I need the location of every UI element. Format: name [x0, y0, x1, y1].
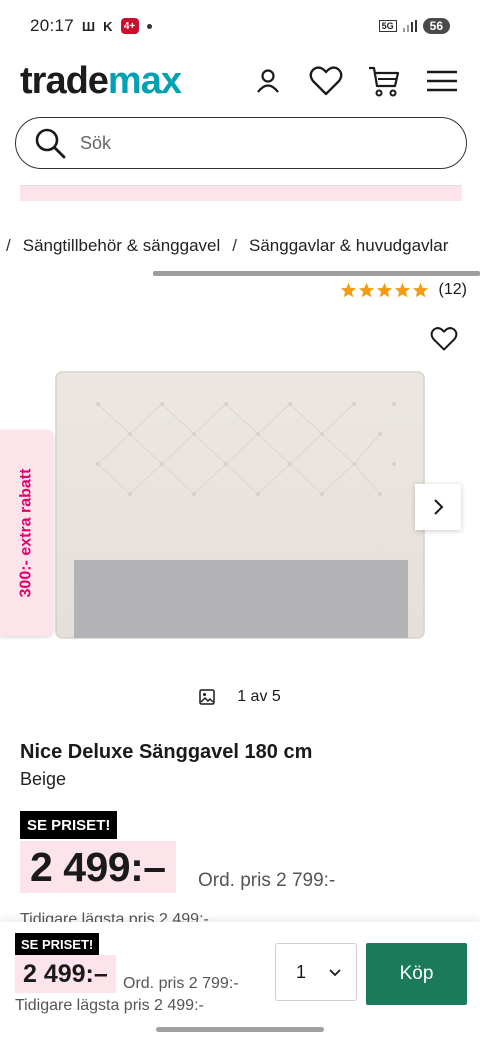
breadcrumb-item-sanggavlar[interactable]: Sänggavlar & huvudgavlar [249, 236, 448, 256]
star-icon [412, 282, 428, 297]
search-icon [34, 127, 66, 159]
trademax-logo[interactable]: trademax [20, 60, 182, 102]
battery-icon: 56 [422, 18, 450, 34]
chevron-down-icon [329, 969, 341, 977]
gallery-icon [199, 689, 215, 705]
promo-banner[interactable] [20, 185, 462, 201]
breadcrumb: / Sängtillbehör & sänggavel / Sänggavlar… [6, 236, 480, 256]
notification-icon-k: K [103, 18, 113, 34]
product-image[interactable] [54, 370, 426, 640]
product-rating[interactable]: (12) [340, 281, 467, 299]
wishlist-icon[interactable] [308, 63, 344, 99]
status-right: 5G 56 [378, 18, 450, 34]
logo-part-max: max [107, 60, 182, 102]
logo-part-trade: trade [20, 60, 109, 102]
home-indicator[interactable] [156, 1027, 324, 1032]
chevron-right-icon [434, 499, 444, 515]
sticky-buy-bar: SE PRISET! 2 499:– Ord. pris 2 799:- Tid… [0, 922, 480, 1040]
header-icons [250, 63, 460, 99]
buy-button[interactable]: Köp [366, 943, 467, 1005]
sticky-price-badge: SE PRISET! [15, 933, 100, 955]
quantity-select[interactable]: 1 [275, 943, 357, 1001]
extra-discount-label: 300:- extra rabatt [17, 468, 35, 598]
price-badge: SE PRISET! [20, 811, 118, 839]
notification-badge-icon: 4+ [120, 18, 139, 34]
status-time: 20:17 [30, 16, 75, 35]
status-left: 20:17 Ш K 4+ [30, 16, 152, 36]
notification-icon-w: Ш [82, 18, 96, 34]
add-to-wishlist-button[interactable] [425, 322, 463, 356]
product-title: Nice Deluxe Sänggavel 180 cm [20, 741, 313, 763]
product-color: Beige [20, 769, 67, 789]
sticky-ordinary-price: Ord. pris 2 799:- [123, 975, 239, 992]
star-icon [394, 282, 410, 297]
breadcrumb-scrollbar[interactable] [153, 271, 480, 276]
status-bar: 20:17 Ш K 4+ 5G 56 [0, 0, 480, 52]
heart-icon [430, 327, 458, 351]
rating-count: (12) [438, 281, 467, 298]
image-counter: 1 av 5 [0, 688, 480, 706]
breadcrumb-separator: / [232, 236, 237, 255]
star-icon [376, 282, 392, 297]
breadcrumb-separator: / [6, 236, 11, 255]
star-icon [358, 282, 374, 297]
network-5g-icon: 5G [378, 20, 397, 32]
product-price: 2 499:– [20, 841, 176, 893]
next-image-button[interactable] [415, 484, 461, 530]
ordinary-price: Ord. pris 2 799:- [198, 870, 336, 891]
search-bar[interactable] [15, 117, 467, 169]
sticky-previous-lowest-price: Tidigare lägsta pris 2 499:- [15, 997, 204, 1014]
quantity-value: 1 [296, 961, 307, 982]
extra-discount-tab[interactable]: 300:- extra rabatt [0, 430, 53, 636]
notification-dot-icon [146, 23, 152, 29]
breadcrumb-item-sangtillbehor[interactable]: Sängtillbehör & sänggavel [23, 236, 221, 256]
site-header: trademax [0, 56, 480, 106]
rating-stars [340, 282, 429, 299]
signal-icon [402, 20, 417, 32]
search-input[interactable] [80, 132, 420, 154]
cart-icon[interactable] [366, 63, 402, 99]
star-icon [340, 282, 356, 297]
account-icon[interactable] [250, 63, 286, 99]
sticky-price: 2 499:– [15, 955, 116, 993]
image-counter-text: 1 av 5 [237, 688, 281, 705]
menu-icon[interactable] [424, 63, 460, 99]
